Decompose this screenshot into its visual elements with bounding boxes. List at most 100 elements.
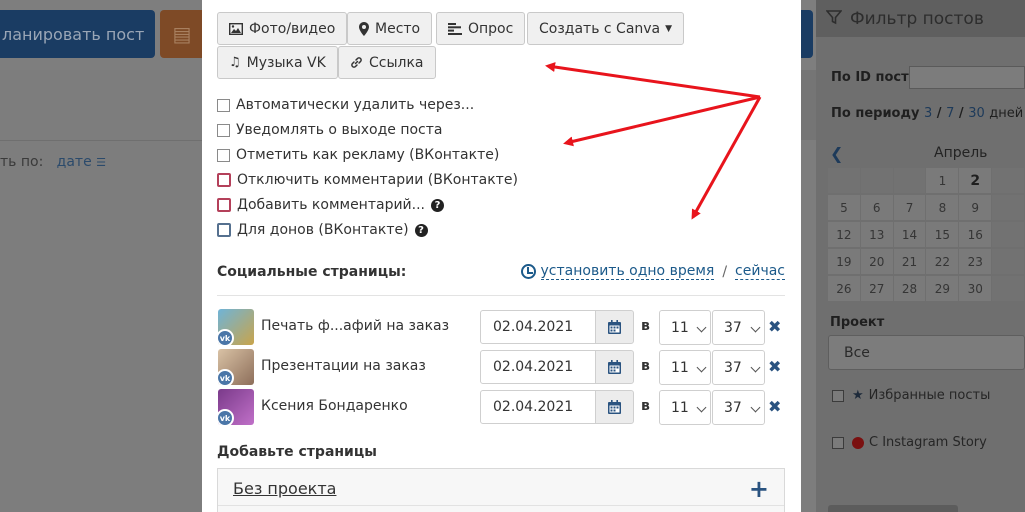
option-label: Уведомлять о выходе поста <box>236 122 443 138</box>
checkbox-box[interactable] <box>217 173 231 187</box>
right-blue-button[interactable] <box>801 10 813 58</box>
calendar-day[interactable]: 28 <box>893 276 926 301</box>
social-page-row: vk Печать ф...афий на заказ 02.04.2021 в 11 3… <box>217 309 787 346</box>
no-project-label[interactable]: Без проекта <box>233 479 336 498</box>
checkbox-box[interactable] <box>217 198 231 212</box>
calendar-day[interactable]: 20 <box>860 249 893 274</box>
calendar-day[interactable]: 12 <box>828 222 860 247</box>
at-label: в <box>641 358 650 374</box>
plus-icon[interactable]: + <box>749 475 769 503</box>
calendar-button[interactable] <box>595 350 634 384</box>
calendar-day[interactable]: 14 <box>893 222 926 247</box>
page-name: Ксения Бондаренко <box>261 398 408 414</box>
no-project-group[interactable]: Без проекта + <box>217 468 785 512</box>
calendar-grid: 1 2 5 6 7 8 9 12 13 14 15 16 19 20 21 22 23 26 27 28 29 30 <box>828 168 1025 303</box>
question-circle-icon[interactable]: ? <box>414 223 428 237</box>
vk-icon: vk <box>218 329 234 345</box>
document-icon: ▤ <box>172 22 192 46</box>
filter-apply-button[interactable] <box>828 505 958 512</box>
poll-button[interactable]: Опрос <box>436 12 526 45</box>
project-select[interactable]: Все <box>828 335 1025 370</box>
page-avatar: vk <box>218 309 254 345</box>
period-7-link[interactable]: 7 <box>946 106 954 121</box>
calendar-day[interactable]: 19 <box>828 249 860 274</box>
clock-icon <box>520 264 536 279</box>
option-checkbox[interactable]: Для донов (ВКонтакте)? <box>217 222 428 238</box>
option-checkbox[interactable]: Добавить комментарий...? <box>217 197 445 213</box>
option-checkbox[interactable]: Автоматически удалить через... <box>217 97 474 113</box>
chevron-down-icon <box>696 322 707 333</box>
post-id-label: По ID поста <box>831 70 918 85</box>
sort-by-date-link[interactable]: дате <box>57 154 92 170</box>
social-page-row: vk Ксения Бондаренко 02.04.2021 в 11 37 ✖ <box>217 389 787 426</box>
link-icon <box>350 56 363 69</box>
date-input[interactable]: 02.04.2021 <box>480 310 596 344</box>
favorites-checkbox[interactable]: ★ Избранные посты <box>832 388 990 403</box>
question-circle-icon[interactable]: ? <box>431 198 445 212</box>
plan-post-button[interactable]: ланировать пост <box>0 10 155 58</box>
option-checkbox[interactable]: Уведомлять о выходе поста <box>217 122 443 138</box>
calendar-day[interactable]: 23 <box>959 249 992 274</box>
option-checkbox[interactable]: Отметить как рекламу (ВКонтакте) <box>217 147 499 163</box>
set-one-time-link[interactable]: установить одно время <box>540 263 715 280</box>
calendar-day[interactable]: 5 <box>828 195 860 220</box>
link-button[interactable]: Ссылка <box>338 46 436 79</box>
option-label: Отключить комментарии (ВКонтакте) <box>237 172 518 188</box>
instagram-story-checkbox[interactable]: С Instagram Story <box>832 435 987 450</box>
calendar-day[interactable]: 15 <box>926 222 959 247</box>
calendar-day[interactable]: 1 <box>926 168 959 193</box>
calendar-empty-cell <box>828 168 860 193</box>
calendar-prev-button[interactable]: ❮ <box>830 144 843 163</box>
calendar-day[interactable]: 16 <box>959 222 992 247</box>
calendar-day[interactable]: 2 <box>959 168 992 193</box>
post-id-input[interactable] <box>909 66 1025 89</box>
hour-select[interactable]: 11 <box>659 310 711 345</box>
remove-page-icon[interactable]: ✖ <box>768 317 781 336</box>
option-checkbox[interactable]: Отключить комментарии (ВКонтакте) <box>217 172 518 188</box>
remove-page-icon[interactable]: ✖ <box>768 357 781 376</box>
orange-tool-button[interactable]: ▤ <box>160 10 204 58</box>
photo-video-button[interactable]: Фото/видео <box>217 12 348 45</box>
date-input[interactable]: 02.04.2021 <box>480 390 596 424</box>
option-label: Отметить как рекламу (ВКонтакте) <box>236 147 500 163</box>
hour-select[interactable]: 11 <box>659 390 711 425</box>
calendar-day[interactable]: 26 <box>828 276 860 301</box>
page-avatar: vk <box>218 349 254 385</box>
calendar-day[interactable]: 13 <box>860 222 893 247</box>
minute-select[interactable]: 37 <box>712 350 765 385</box>
calendar-day[interactable]: 21 <box>893 249 926 274</box>
calendar-day[interactable]: 6 <box>860 195 893 220</box>
date-input[interactable]: 02.04.2021 <box>480 350 596 384</box>
now-link[interactable]: сейчас <box>735 263 785 280</box>
minute-select[interactable]: 37 <box>712 390 765 425</box>
checkbox-box[interactable] <box>217 148 230 162</box>
image-icon <box>229 22 243 35</box>
calendar-day[interactable]: 9 <box>959 195 992 220</box>
place-button[interactable]: Место <box>347 12 433 45</box>
checkbox-box[interactable] <box>217 223 231 237</box>
calendar-day[interactable]: 29 <box>926 276 959 301</box>
calendar-day[interactable]: 22 <box>926 249 959 274</box>
period-30-link[interactable]: 30 <box>968 106 985 121</box>
checkbox-box[interactable] <box>217 98 230 112</box>
calendar-day[interactable]: 27 <box>860 276 893 301</box>
chevron-down-icon <box>750 362 761 373</box>
remove-page-icon[interactable]: ✖ <box>768 397 781 416</box>
calendar-button[interactable] <box>595 310 634 344</box>
chevron-down-icon <box>750 322 761 333</box>
checkbox-box[interactable] <box>217 123 230 137</box>
calendar-day[interactable]: 30 <box>959 276 992 301</box>
minute-select[interactable]: 37 <box>712 310 765 345</box>
calendar-empty-cell <box>860 168 893 193</box>
calendar-empty-cell <box>992 195 1024 220</box>
music-vk-button[interactable]: ♫ Музыка VK <box>217 46 338 79</box>
chevron-down-icon <box>696 402 707 413</box>
chevron-down-icon <box>696 362 707 373</box>
period-3-link[interactable]: 3 <box>924 106 932 121</box>
calendar-day[interactable]: 7 <box>893 195 926 220</box>
calendar-day[interactable]: 8 <box>926 195 959 220</box>
hour-select[interactable]: 11 <box>659 350 711 385</box>
canva-button[interactable]: Создать с Canva ▼ <box>527 12 685 45</box>
instagram-dot-icon <box>852 436 864 449</box>
calendar-button[interactable] <box>595 390 634 424</box>
